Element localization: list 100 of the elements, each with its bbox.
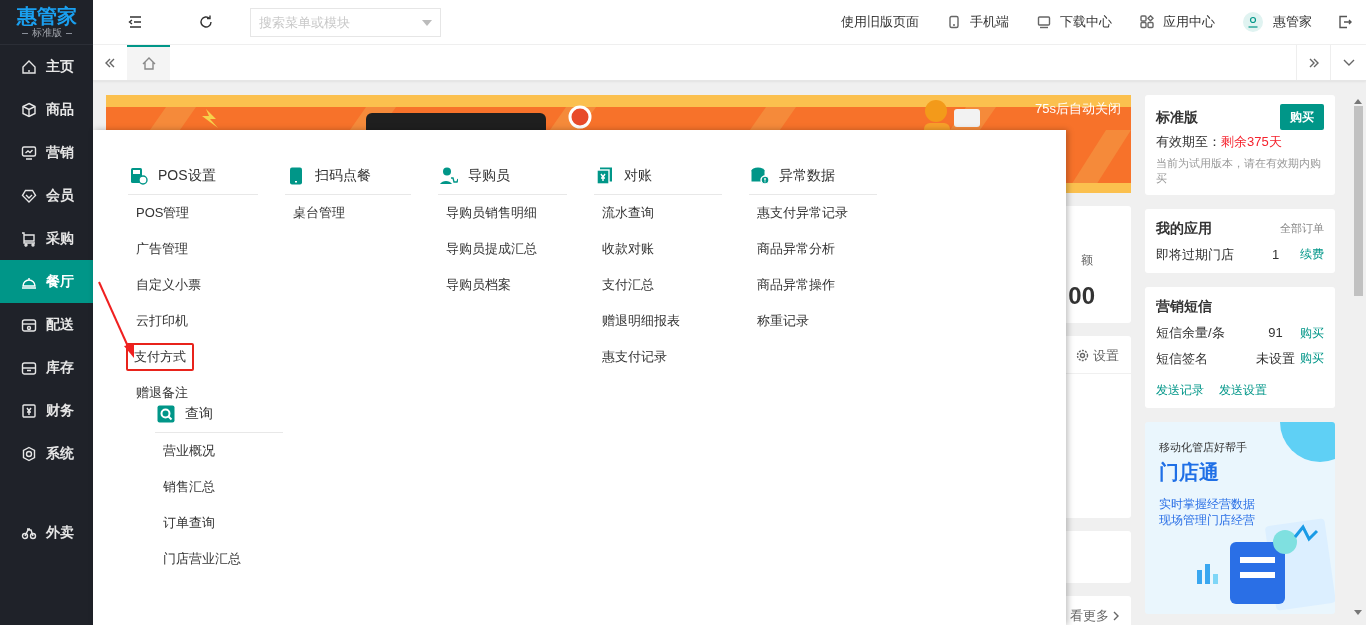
double-right-icon xyxy=(1307,56,1320,69)
cube-icon xyxy=(21,101,37,118)
menu-item[interactable]: 门店营业汇总 xyxy=(155,545,249,573)
laptop-icon xyxy=(1037,15,1051,29)
settings-link[interactable]: 设置 xyxy=(1076,346,1119,366)
menu-item[interactable]: 销售汇总 xyxy=(155,473,223,501)
row-label: 短信签名 xyxy=(1156,349,1209,368)
person-cart-icon xyxy=(440,166,458,185)
card-title: 营销短信 xyxy=(1156,297,1213,316)
home-icon xyxy=(140,55,157,72)
menu-group-title: 查询 xyxy=(185,404,213,423)
top-link[interactable]: 应用中心 xyxy=(1140,12,1215,32)
scrollbar-thumb[interactable] xyxy=(1353,106,1363,296)
menu-item[interactable]: 支付方式 xyxy=(126,343,194,371)
menu-item[interactable]: 桌台管理 xyxy=(285,199,353,227)
menu-item[interactable]: 自定义小票 xyxy=(128,271,209,299)
action-link[interactable]: 续费 xyxy=(1300,245,1324,264)
box-icon xyxy=(21,359,37,376)
home-tab[interactable] xyxy=(127,45,170,80)
menu-group-title: POS设置 xyxy=(158,166,216,185)
yuan-icon xyxy=(21,402,37,419)
row-value: 未设置 xyxy=(1255,349,1296,368)
logout-icon[interactable] xyxy=(1338,15,1352,29)
promo-tagline: 移动化管店好帮手 xyxy=(1159,440,1247,455)
double-left-icon xyxy=(104,56,116,69)
row-value: 1 xyxy=(1270,245,1281,264)
card-title: 我的应用 xyxy=(1156,218,1212,238)
top-link[interactable]: 下载中心 xyxy=(1037,12,1112,32)
sidebar-item[interactable]: 营销 xyxy=(0,131,93,174)
chevron-down-icon xyxy=(1342,58,1355,67)
yuan-document-icon xyxy=(596,166,614,185)
row-label: 即将过期门店 xyxy=(1156,245,1235,264)
menu-item[interactable]: 导购员销售明细 xyxy=(438,199,545,227)
all-orders-link[interactable]: 全部订单 xyxy=(1280,219,1324,237)
menu-item[interactable]: 广告管理 xyxy=(128,235,196,263)
sms-link[interactable]: 发送设置 xyxy=(1219,381,1267,399)
scroll-up-icon xyxy=(1354,99,1362,104)
cart-icon xyxy=(21,230,37,247)
menu-item[interactable]: 订单查询 xyxy=(155,509,223,537)
row-label: 短信余量/条 xyxy=(1156,324,1226,342)
amount-label: 额 xyxy=(1081,252,1093,269)
menu-item[interactable]: 云打印机 xyxy=(128,307,196,335)
card-title: 标准版 xyxy=(1156,107,1198,127)
action-link[interactable]: 购买 xyxy=(1300,323,1324,342)
sidebar-item[interactable]: 采购 xyxy=(0,217,93,260)
menu-item[interactable]: 导购员档案 xyxy=(438,271,519,299)
action-link[interactable]: 购买 xyxy=(1300,349,1324,368)
menu-item[interactable]: POS管理 xyxy=(128,199,198,227)
menu-group-title: 对账 xyxy=(624,166,652,185)
menu-item[interactable]: 商品异常分析 xyxy=(749,235,843,263)
menu-group-title: 扫码点餐 xyxy=(315,166,371,185)
sidebar-item[interactable]: 商品 xyxy=(0,88,93,131)
menu-item[interactable]: 流水查询 xyxy=(594,199,662,227)
scroll-down-icon xyxy=(1354,610,1362,615)
view-more-link[interactable]: 看更多 xyxy=(1070,606,1119,625)
menu-item[interactable]: 营业概况 xyxy=(155,437,223,465)
sidebar-item[interactable]: 系统 xyxy=(0,432,93,475)
home-icon xyxy=(21,58,37,75)
menu-group-title: 异常数据 xyxy=(779,166,835,185)
phone-icon xyxy=(287,166,305,185)
row-value: 91 xyxy=(1267,324,1284,342)
menu-item[interactable]: 赠退明细报表 xyxy=(594,307,688,335)
menu-item[interactable]: 惠支付异常记录 xyxy=(749,199,856,227)
sidebar-item[interactable]: 外卖 xyxy=(0,511,93,554)
apps-icon xyxy=(1140,15,1154,29)
sidebar-item[interactable]: 会员 xyxy=(0,174,93,217)
sidebar-item[interactable]: 配送 xyxy=(0,303,93,346)
chevron-right-icon xyxy=(1113,610,1119,621)
monitor-icon xyxy=(21,144,37,161)
sidebar-item[interactable]: 主页 xyxy=(0,45,93,88)
validity-text: 有效期至：剩余375天 xyxy=(1156,133,1283,151)
buy-button[interactable]: 购买 xyxy=(1280,104,1324,130)
promo-line: 实时掌握经营数据 xyxy=(1159,496,1255,512)
menu-group-title: 导购员 xyxy=(468,166,510,185)
caret-icon xyxy=(421,18,433,27)
menu-item[interactable]: 称重记录 xyxy=(749,307,817,335)
top-link[interactable]: 使用旧版页面 xyxy=(841,12,919,32)
logo-text: 惠管家 xyxy=(16,5,77,27)
menu-item[interactable]: 收款对账 xyxy=(594,235,662,263)
sidebar-item[interactable]: 财务 xyxy=(0,389,93,432)
edition-label: 标准版 xyxy=(31,27,62,39)
sms-link[interactable]: 发送记录 xyxy=(1156,381,1204,399)
menu-item[interactable]: 商品异常操作 xyxy=(749,271,843,299)
sidebar-item[interactable]: 库存 xyxy=(0,346,93,389)
database-alert-icon xyxy=(751,166,769,185)
promo-line: 现场管理门店经营 xyxy=(1159,512,1255,528)
refresh-icon[interactable] xyxy=(198,14,214,30)
shop-icon xyxy=(21,316,37,333)
avatar-icon xyxy=(1243,12,1263,32)
pos-terminal-icon xyxy=(130,166,148,185)
menu-item[interactable]: 导购员提成汇总 xyxy=(438,235,545,263)
trial-note: 当前为试用版本，请在有效期内购买 xyxy=(1156,155,1322,186)
user-menu[interactable]: 惠管家 xyxy=(1243,12,1312,32)
menu-item[interactable]: 赠退备注 xyxy=(128,379,196,407)
collapse-menu-icon[interactable] xyxy=(127,14,143,30)
top-link[interactable]: 手机端 xyxy=(947,12,1009,32)
menu-item[interactable]: 支付汇总 xyxy=(594,271,662,299)
promo-title: 门店通 xyxy=(1159,460,1219,485)
sidebar-item[interactable]: 餐厅 xyxy=(0,260,93,303)
menu-item[interactable]: 惠支付记录 xyxy=(594,343,675,371)
